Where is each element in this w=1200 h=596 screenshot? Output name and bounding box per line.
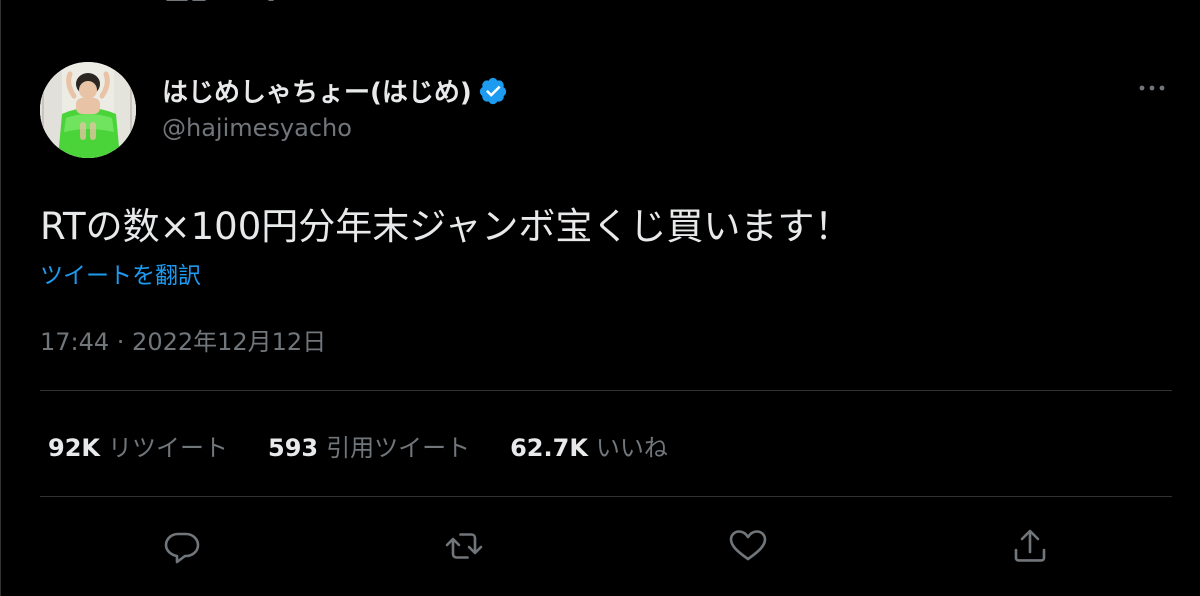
retweet-button[interactable]	[442, 526, 486, 566]
share-button[interactable]	[1008, 526, 1052, 566]
engagement-stats: 92K リツイート 593 引用ツイート 62.7K いいね	[48, 428, 668, 463]
retweets-stat[interactable]: 92K リツイート	[48, 428, 228, 463]
quote-tweets-label: 引用ツイート	[326, 434, 471, 462]
quote-tweets-stat[interactable]: 593 引用ツイート	[268, 428, 470, 463]
divider	[40, 496, 1172, 497]
tweet-detail: はじめしゃちょー(はじめ) @hajimesyacho RTの数×100円分年末…	[40, 0, 1172, 596]
reply-button[interactable]	[160, 526, 204, 566]
timeline-left-border	[0, 0, 1, 596]
share-icon	[1014, 529, 1046, 562]
retweets-label: リツイート	[108, 434, 228, 462]
translate-tweet-link[interactable]: ツイートを翻訳	[40, 256, 201, 290]
avatar-image	[40, 62, 136, 158]
more-options-icon[interactable]	[1134, 74, 1170, 102]
retweets-count: 92K	[48, 434, 100, 462]
verified-badge-icon	[478, 76, 508, 106]
like-icon	[729, 530, 767, 561]
tweet-actions-bar	[40, 520, 1172, 572]
reply-icon	[164, 532, 200, 564]
like-button[interactable]	[726, 526, 770, 566]
tweet-timestamp[interactable]: 17:44 · 2022年12月12日	[40, 322, 326, 357]
author-handle[interactable]: @hajimesyacho	[162, 114, 352, 142]
avatar[interactable]	[40, 62, 136, 158]
likes-count: 62.7K	[510, 434, 588, 462]
likes-label: いいね	[595, 434, 668, 462]
quote-tweets-count: 593	[268, 434, 319, 462]
likes-stat[interactable]: 62.7K いいね	[510, 428, 668, 463]
tweet-text: RTの数×100円分年末ジャンボ宝くじ買います！	[40, 205, 852, 248]
divider	[40, 390, 1172, 391]
author-display-name[interactable]: はじめしゃちょー(はじめ)	[162, 72, 472, 109]
author-name-row[interactable]: はじめしゃちょー(はじめ)	[162, 72, 508, 109]
retweet-icon	[445, 533, 483, 559]
